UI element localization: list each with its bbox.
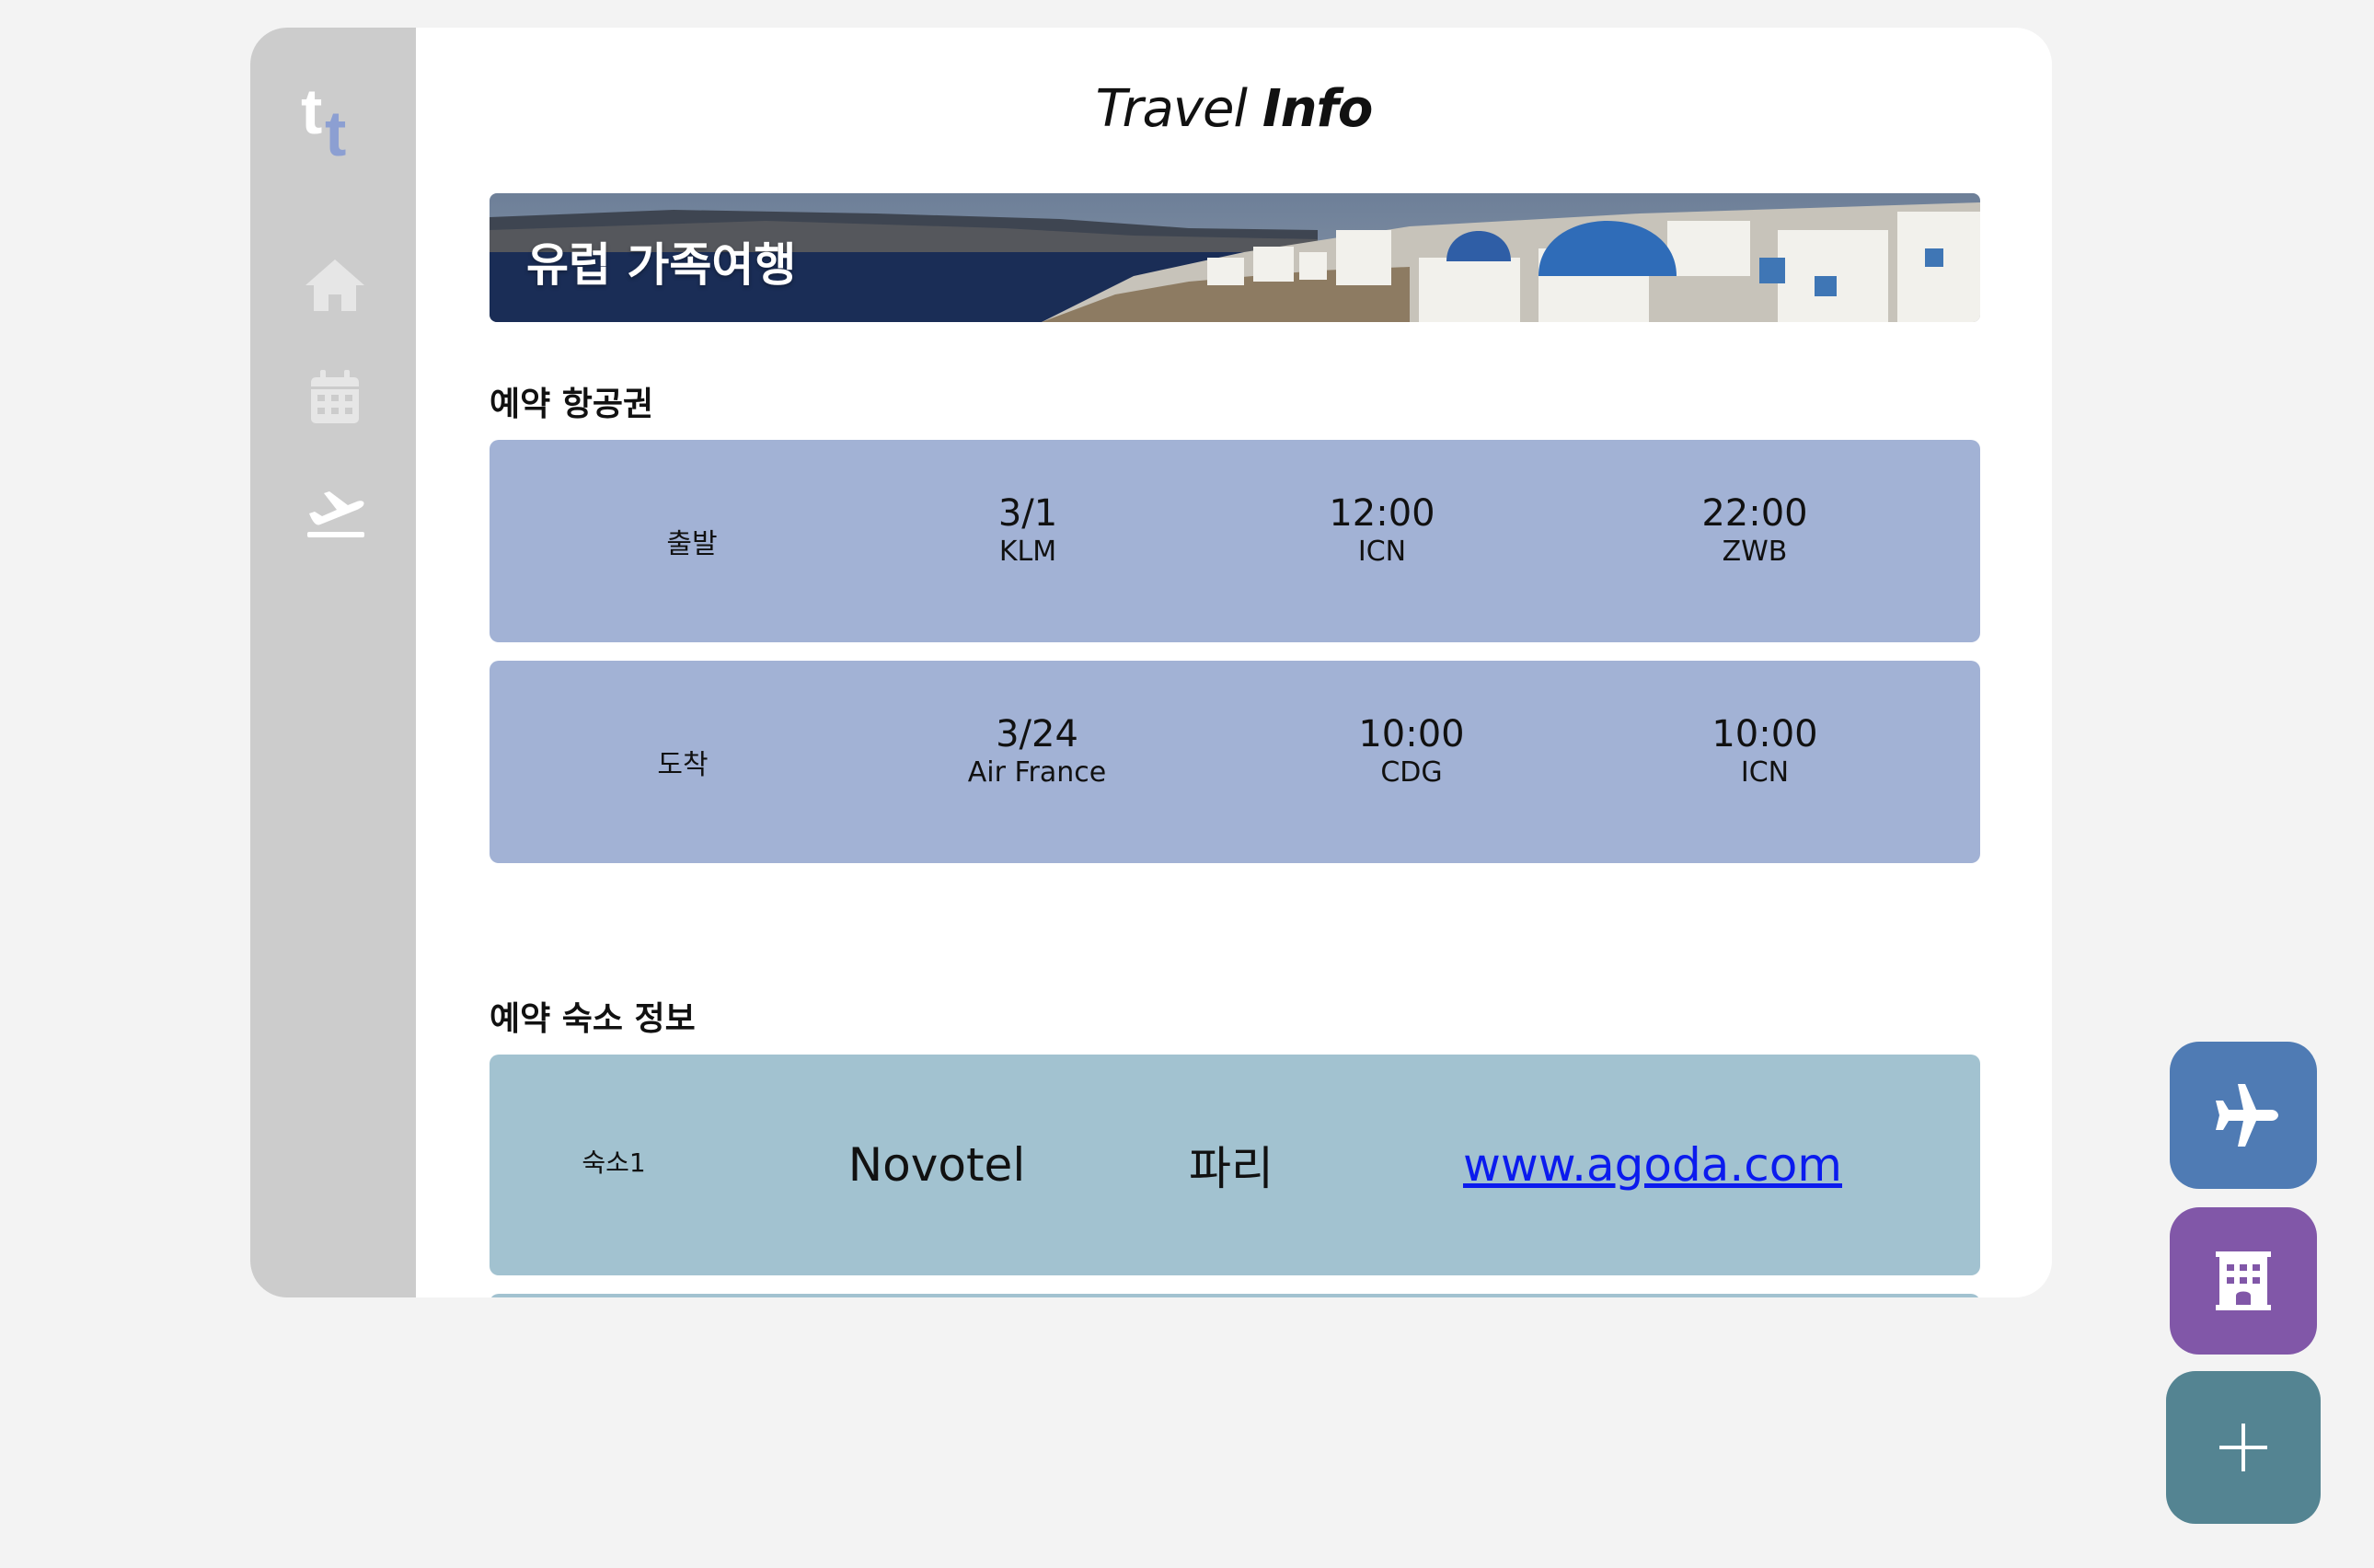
airplane-icon <box>2216 1084 2278 1147</box>
flight-date-col: 3/24 Air France <box>968 712 1106 790</box>
hotel-icon <box>2216 1251 2271 1310</box>
flight-arr-time: 10:00 <box>1711 713 1818 755</box>
page-title: Travel Info <box>416 79 2052 139</box>
plus-icon <box>2219 1424 2267 1471</box>
flight-arr-airport: ICN <box>1740 756 1790 789</box>
flight-arrival-col: 10:00 ICN <box>1711 712 1817 790</box>
hotel-card[interactable]: 숙소1 Novotel 파리 www.agoda.com <box>490 1055 1980 1275</box>
flight-departure-col: 12:00 ICN <box>1329 491 1435 569</box>
flight-date: 3/24 <box>996 713 1078 755</box>
add-item-button[interactable] <box>2166 1371 2321 1524</box>
page-title-bold: Info <box>1262 79 1374 139</box>
page-title-regular: Travel <box>1095 79 1248 139</box>
sidebar: t t <box>250 28 416 1297</box>
flight-dep-airport: CDG <box>1380 756 1443 789</box>
main-content: Travel Info 유럽 가족여행 예약 항공권 출발 3/1 KLM 12… <box>416 28 2052 1297</box>
trip-banner: 유럽 가족여행 <box>490 193 1980 322</box>
flight-label: 출발 <box>666 528 718 560</box>
hotel-card[interactable] <box>490 1294 1980 1297</box>
flight-airline: Air France <box>967 756 1107 789</box>
svg-text:t: t <box>301 78 322 147</box>
flight-dep-time: 10:00 <box>1358 713 1465 755</box>
flight-card-return[interactable]: 도착 3/24 Air France 10:00 CDG 10:00 ICN <box>490 661 1980 863</box>
flight-label: 도착 <box>657 749 709 781</box>
hotel-label: 숙소1 <box>582 1147 646 1178</box>
flight-date-col: 3/1 KLM <box>998 491 1057 569</box>
flight-arr-time: 22:00 <box>1701 492 1808 535</box>
banner-title: 유럽 가족여행 <box>526 238 797 292</box>
hotel-name: Novotel <box>847 1138 1026 1192</box>
hotel-booking-link[interactable]: www.agoda.com <box>1463 1138 1842 1192</box>
home-icon[interactable] <box>302 252 368 318</box>
app-card: t t Travel Info 유럽 가족여행 예약 항공권 출발 3/1 KL… <box>250 28 2052 1297</box>
flight-arr-airport: ZWB <box>1722 536 1788 568</box>
flight-date: 3/1 <box>997 492 1058 535</box>
app-logo[interactable]: t t <box>301 78 375 170</box>
flight-airline: KLM <box>998 536 1057 568</box>
flight-departure-icon[interactable] <box>302 477 368 543</box>
flight-card-departure[interactable]: 출발 3/1 KLM 12:00 ICN 22:00 ZWB <box>490 440 1980 642</box>
flight-departure-col: 10:00 CDG <box>1358 712 1464 790</box>
add-flight-button[interactable] <box>2170 1042 2317 1189</box>
flights-section-title: 예약 항공권 <box>490 386 654 423</box>
svg-text:t: t <box>325 98 346 169</box>
add-hotel-button[interactable] <box>2170 1207 2317 1355</box>
hotels-section-title: 예약 숙소 정보 <box>490 1000 696 1038</box>
hotel-city: 파리 <box>1189 1142 1273 1195</box>
flight-dep-airport: ICN <box>1357 536 1407 568</box>
flight-dep-time: 12:00 <box>1329 492 1435 535</box>
flight-arrival-col: 22:00 ZWB <box>1701 491 1807 569</box>
calendar-icon[interactable] <box>302 364 368 431</box>
